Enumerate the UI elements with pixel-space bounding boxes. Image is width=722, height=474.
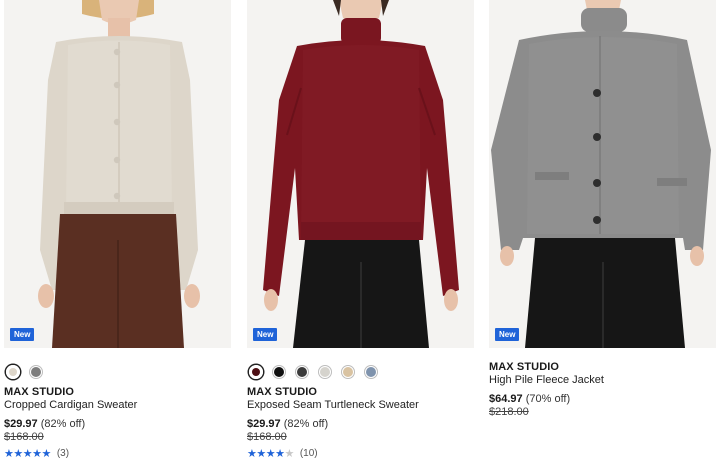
original-price: $218.00 <box>489 406 529 418</box>
turtleneck-model-photo <box>247 0 474 348</box>
new-badge: New <box>253 328 278 341</box>
product-card[interactable]: New MAX STUDIO Cropped Cardigan Sweater … <box>4 0 231 460</box>
product-title[interactable]: Exposed Seam Turtleneck Sweater <box>247 399 474 412</box>
product-rating[interactable]: ★★★★★ (3) <box>4 447 231 460</box>
product-brand[interactable]: MAX STUDIO <box>247 386 474 399</box>
color-swatch[interactable] <box>272 365 286 379</box>
price-line: $29.97 (82% off) <box>4 418 231 431</box>
product-image[interactable]: New <box>4 0 231 348</box>
product-image[interactable]: New <box>489 0 716 348</box>
color-swatch[interactable] <box>29 365 43 379</box>
sale-price: $29.97 <box>247 418 281 430</box>
percent-off: (70% off) <box>525 393 571 405</box>
cardigan-model-photo <box>4 0 231 348</box>
color-swatch[interactable] <box>249 365 263 379</box>
swatch-color-dot <box>274 367 284 377</box>
review-count: (3) <box>56 448 70 459</box>
percent-off: (82% off) <box>283 418 329 430</box>
product-title[interactable]: Cropped Cardigan Sweater <box>4 399 231 412</box>
product-card[interactable]: New MAX STUDIO Exposed Seam Turtleneck S… <box>247 0 474 460</box>
swatch-color-dot <box>343 367 353 377</box>
product-brand[interactable]: MAX STUDIO <box>489 361 716 374</box>
swatch-color-dot <box>31 367 41 377</box>
new-badge: New <box>495 328 520 341</box>
swatch-color-dot <box>297 367 307 377</box>
color-swatch[interactable] <box>341 365 355 379</box>
sale-price: $29.97 <box>4 418 38 430</box>
color-swatches <box>247 365 474 379</box>
new-badge: New <box>10 328 35 341</box>
color-swatch[interactable] <box>318 365 332 379</box>
color-swatch[interactable] <box>364 365 378 379</box>
product-image[interactable]: New <box>247 0 474 348</box>
original-price: $168.00 <box>247 431 287 443</box>
price-line: $29.97 (82% off) <box>247 418 474 431</box>
product-card[interactable]: New MAX STUDIO High Pile Fleece Jacket $… <box>489 0 716 418</box>
fleece-jacket-model-photo <box>489 0 716 348</box>
star-rating-icon: ★★★★★ <box>4 448 51 460</box>
price-line: $64.97 (70% off) <box>489 393 716 406</box>
color-swatch[interactable] <box>6 365 20 379</box>
original-price: $168.00 <box>4 431 44 443</box>
percent-off: (82% off) <box>40 418 86 430</box>
color-swatch[interactable] <box>295 365 309 379</box>
product-rating[interactable]: ★★★★★ (10) <box>247 447 474 460</box>
review-count: (10) <box>299 448 318 459</box>
product-title[interactable]: High Pile Fleece Jacket <box>489 374 716 387</box>
swatch-color-dot <box>252 368 260 376</box>
swatch-color-dot <box>9 368 17 376</box>
product-brand[interactable]: MAX STUDIO <box>4 386 231 399</box>
star-rating-icon: ★★★★★ <box>247 448 294 460</box>
star-half-icon: ★ <box>284 448 294 460</box>
sale-price: $64.97 <box>489 393 523 405</box>
swatch-color-dot <box>366 367 376 377</box>
color-swatches <box>4 365 231 379</box>
swatch-color-dot <box>320 367 330 377</box>
